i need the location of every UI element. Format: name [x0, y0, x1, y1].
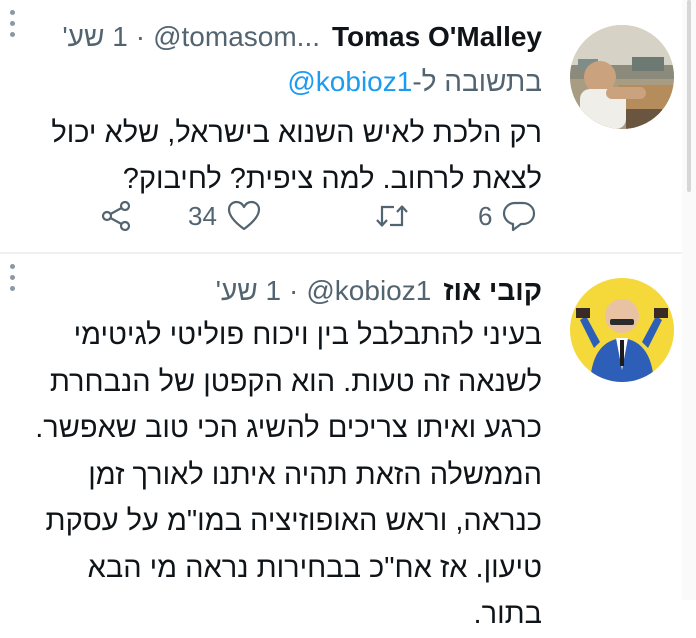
like-count: 34 [188, 200, 217, 231]
timestamp[interactable]: 1 שע' [62, 21, 127, 53]
more-icon[interactable] [6, 10, 18, 40]
tweet-header: Tomas O'Malley @tomasom... · 1 שע' [20, 14, 542, 60]
more-icon[interactable] [6, 264, 18, 294]
tweet-body: Tomas O'Malley @tomasom... · 1 שע' בתשוב… [20, 14, 542, 202]
reply-handle-link[interactable]: @kobioz1 [287, 66, 412, 97]
tweet[interactable]: קובי אוז @kobioz1 · 1 שע' בעיני להתבלבל … [0, 254, 682, 630]
tweet-text: בעיני להתבלבל בין ויכוח פוליטי לגיטימי ל… [20, 312, 542, 638]
scrollbar[interactable] [682, 0, 696, 600]
share-button[interactable] [100, 196, 132, 236]
tweet-text-line: כנראה, וראש האופוזיציה במו"מ על עסקת [45, 505, 542, 537]
tweet-text-line: בתור. [473, 598, 542, 630]
user-handle[interactable]: @kobioz1 [306, 275, 431, 307]
reply-button[interactable]: 6 [478, 196, 536, 236]
tweet-body: קובי אוז @kobioz1 · 1 שע' בעיני להתבלבל … [20, 268, 542, 638]
tweet-text-line: טיעון. אז אח"כ בבחירות נראה מי הבא [87, 551, 542, 584]
share-icon [101, 200, 131, 232]
like-button[interactable]: 34 [188, 196, 261, 236]
retweet-button[interactable] [374, 196, 410, 236]
tweet-text-line: הממשלה הזאת תהיה איתנו לאורך זמן [88, 458, 542, 491]
scrollbar-thumb[interactable] [687, 0, 691, 192]
tweet-reply[interactable]: Tomas O'Malley @tomasom... · 1 שע' בתשוב… [0, 0, 682, 252]
reply-icon [503, 201, 536, 232]
reply-prefix: בתשובה ל- [412, 66, 542, 97]
tweet-text: רק הלכת לאיש השנוא בישראל, שלא יכול לצאת… [20, 110, 542, 202]
avatar[interactable] [570, 278, 674, 382]
tweet-actions: 34 6 [100, 196, 555, 236]
reply-count: 6 [478, 200, 493, 231]
separator-dot: · [289, 275, 299, 306]
replying-to: בתשובה ל-@kobioz1 [20, 62, 542, 102]
tweet-text-line: כרגע ואיתו צריכים להשיג הכי טוב שאפשר. [35, 412, 542, 444]
tweet-header: קובי אוז @kobioz1 · 1 שע' [20, 268, 542, 314]
separator-dot: · [135, 21, 146, 52]
display-name[interactable]: Tomas O'Malley [332, 21, 542, 53]
heart-icon [227, 200, 261, 231]
display-name[interactable]: קובי אוז [443, 275, 542, 307]
tweet-text-line: בעיני להתבלבל בין ויכוח פוליטי לגיטימי [73, 319, 542, 351]
user-handle[interactable]: @tomasom... [153, 21, 320, 53]
tweet-text-line: רק הלכת לאיש השנוא בישראל, שלא יכול [51, 117, 542, 149]
avatar[interactable] [570, 25, 674, 129]
timestamp[interactable]: 1 שע' [216, 275, 281, 307]
tweet-text-line: לשנאה זה טעות. הוא הקפטן של הנבחרת [49, 365, 542, 398]
retweet-icon [376, 205, 408, 227]
